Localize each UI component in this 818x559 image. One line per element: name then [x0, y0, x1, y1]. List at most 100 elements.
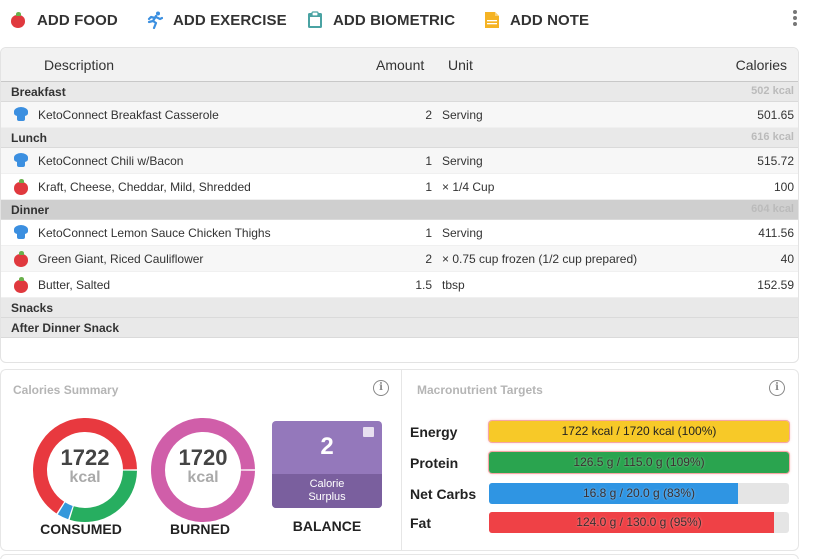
add-food-button[interactable]: ADD FOOD — [11, 9, 118, 31]
running-icon — [147, 11, 164, 30]
table-row[interactable]: Green Giant, Riced Cauliflower 2 × 0.75 … — [1, 246, 798, 272]
burned-donut[interactable]: 1720 kcal — [150, 417, 256, 523]
consumed-value: 1722 — [60, 445, 110, 470]
column-description[interactable]: Description — [44, 57, 114, 73]
apple-icon — [11, 11, 27, 29]
macro-bar: 16.8 g / 20.0 g (83%) — [489, 483, 789, 504]
apple-icon — [14, 179, 28, 195]
chef-hat-icon — [14, 225, 28, 239]
consumed-label: CONSUMED — [40, 521, 122, 537]
macro-name: Net Carbs — [410, 486, 477, 502]
note-icon — [484, 11, 500, 29]
balance-label: BALANCE — [292, 518, 362, 534]
group-after-dinner-snack[interactable]: After Dinner Snack — [1, 318, 798, 338]
table-row[interactable]: Butter, Salted 1.5 tbsp 152.59 — [1, 272, 798, 298]
table-row[interactable]: Kraft, Cheese, Cheddar, Mild, Shredded 1… — [1, 174, 798, 200]
group-name: Lunch — [11, 131, 47, 145]
food-unit: Serving — [442, 154, 483, 168]
macro-bar: 124.0 g / 130.0 g (95%) — [489, 512, 789, 533]
food-amount: 1 — [425, 154, 432, 168]
kebab-menu-icon[interactable] — [792, 10, 798, 30]
food-amount: 1 — [425, 226, 432, 240]
food-amount: 1.5 — [415, 278, 432, 292]
chef-hat-icon — [14, 153, 28, 167]
burned-unit: kcal — [187, 469, 219, 486]
table-row[interactable]: KetoConnect Lemon Sauce Chicken Thighs 1… — [1, 220, 798, 246]
food-calories: 152.59 — [757, 278, 794, 292]
group-kcal: 616 kcal — [751, 131, 794, 143]
macro-bar: 126.5 g / 115.0 g (109%) — [489, 452, 789, 473]
food-description: Kraft, Cheese, Cheddar, Mild, Shredded — [38, 180, 251, 194]
add-exercise-label: ADD EXERCISE — [173, 11, 287, 29]
macro-name: Energy — [410, 424, 458, 440]
info-icon[interactable]: i — [373, 380, 389, 396]
food-unit: tbsp — [442, 278, 465, 292]
food-calories: 411.56 — [758, 226, 794, 240]
food-description: KetoConnect Chili w/Bacon — [38, 154, 184, 168]
apple-icon — [14, 251, 28, 267]
balance-value: 2 — [320, 433, 334, 460]
group-dinner[interactable]: Dinner 604 kcal — [1, 200, 798, 220]
add-exercise-button[interactable]: ADD EXERCISE — [147, 9, 287, 31]
group-kcal: 604 kcal — [751, 203, 794, 215]
group-breakfast[interactable]: Breakfast 502 kcal — [1, 82, 798, 102]
macro-bar-text: 16.8 g / 20.0 g (83%) — [582, 486, 696, 500]
macro-bar: 1722 kcal / 1720 kcal (100%) — [489, 421, 789, 442]
add-biometric-button[interactable]: ADD BIOMETRIC — [307, 9, 455, 31]
macro-name: Protein — [410, 455, 459, 471]
table-header: Description Amount Unit Calories — [1, 48, 798, 82]
food-calories: 501.65 — [757, 108, 794, 122]
apple-icon — [14, 277, 28, 293]
group-name: Breakfast — [11, 85, 66, 99]
table-row[interactable]: KetoConnect Chili w/Bacon 1 Serving 515.… — [1, 148, 798, 174]
food-description: KetoConnect Breakfast Casserole — [38, 108, 219, 122]
macro-row-net-carbs[interactable]: Net Carbs 16.8 g / 20.0 g (83%) — [402, 482, 800, 506]
consumed-donut[interactable]: 1722 kcal — [32, 417, 138, 523]
table-row[interactable]: KetoConnect Breakfast Casserole 2 Servin… — [1, 102, 798, 128]
column-unit[interactable]: Unit — [448, 57, 473, 73]
macro-bar-text: 1722 kcal / 1720 kcal (100%) — [561, 424, 717, 438]
toolbar: ADD FOOD ADD EXERCISE ADD BIOMETRIC ADD … — [0, 0, 818, 40]
food-amount: 2 — [425, 252, 432, 266]
macro-targets-title: Macronutrient Targets — [417, 383, 543, 397]
clipboard-icon — [307, 11, 323, 29]
group-lunch[interactable]: Lunch 616 kcal — [1, 128, 798, 148]
chef-hat-icon — [14, 107, 28, 121]
food-calories: 515.72 — [757, 154, 794, 168]
add-note-label: ADD NOTE — [510, 11, 590, 29]
column-amount[interactable]: Amount — [376, 57, 424, 73]
food-calories: 40 — [780, 252, 794, 266]
food-amount: 1 — [425, 180, 432, 194]
group-name: Dinner — [11, 203, 50, 217]
donut-segment-carbs — [57, 502, 73, 520]
info-icon[interactable]: i — [769, 380, 785, 396]
macro-row-protein[interactable]: Protein 126.5 g / 115.0 g (109%) — [402, 451, 800, 475]
group-kcal: 502 kcal — [751, 85, 794, 97]
macro-row-fat[interactable]: Fat 124.0 g / 130.0 g (95%) — [402, 511, 800, 535]
food-calories: 100 — [773, 180, 794, 194]
food-diary-table: Description Amount Unit Calories Breakfa… — [0, 47, 799, 363]
macro-bar-text: 126.5 g / 115.0 g (109%) — [573, 455, 705, 469]
calories-summary-card: Calories Summary i 1722 kcal CONSUMED 17… — [0, 369, 401, 551]
macro-name: Fat — [410, 515, 431, 531]
group-name: Snacks — [11, 301, 54, 315]
add-food-label: ADD FOOD — [37, 11, 118, 29]
consumed-unit: kcal — [69, 469, 101, 486]
macronutrient-targets-card: Macronutrient Targets i Energy 1722 kcal… — [401, 369, 799, 551]
group-name: After Dinner Snack — [11, 321, 120, 335]
calories-summary-title: Calories Summary — [13, 383, 119, 397]
next-card-edge — [0, 554, 799, 559]
add-biometric-label: ADD BIOMETRIC — [333, 11, 456, 29]
food-unit: Serving — [442, 108, 483, 122]
column-calories[interactable]: Calories — [736, 57, 787, 73]
food-description: KetoConnect Lemon Sauce Chicken Thighs — [38, 226, 271, 240]
food-unit: × 1/4 Cup — [442, 180, 495, 194]
food-description: Butter, Salted — [38, 278, 111, 292]
balance-sub-line2: Surplus — [308, 491, 346, 503]
burned-value: 1720 — [178, 445, 228, 470]
macro-row-energy[interactable]: Energy 1722 kcal / 1720 kcal (100%) — [402, 420, 800, 444]
group-snacks[interactable]: Snacks — [1, 298, 798, 318]
add-note-button[interactable]: ADD NOTE — [484, 9, 589, 31]
balance-sub-line1: Calorie — [309, 478, 345, 490]
balance-box[interactable]: 2 Calorie Surplus — [272, 421, 382, 508]
